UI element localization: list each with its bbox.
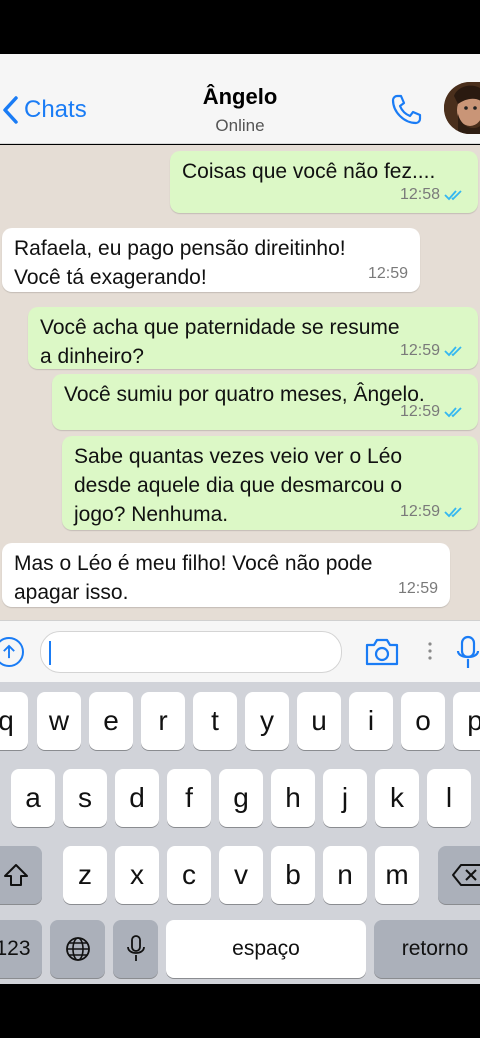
double-check-icon [444,406,462,417]
message-time: 12:59 [399,342,440,359]
key-v[interactable]: v [219,846,263,904]
message-time: 12:59 [397,580,438,597]
double-check-icon [444,189,462,200]
key-o[interactable]: o [401,692,445,750]
microphone-icon[interactable] [456,635,480,671]
numbers-key[interactable]: 123 [0,920,42,978]
double-check-icon [444,345,462,356]
key-t[interactable]: t [193,692,237,750]
key-i[interactable]: i [349,692,393,750]
backspace-icon [452,864,480,886]
message-bubble[interactable]: Coisas que você não fez.... 12:58 [170,151,478,213]
message-text: Sabe quantas vezes veio ver o Léo [74,445,403,468]
key-a[interactable]: a [11,769,55,827]
composer-bar [0,620,480,682]
double-check-icon [444,506,462,517]
message-list[interactable]: Coisas que você não fez.... 12:58 Rafael… [0,145,480,620]
microphone-icon [126,935,145,961]
status-bar [0,0,480,54]
message-text: Mas o Léo é meu filho! Você não pode [14,552,373,575]
key-s[interactable]: s [63,769,107,827]
message-text: Você tá exagerando! [14,266,207,289]
message-text: Rafaela, eu pago pensão direitinho! [14,237,346,260]
message-text: desde aquele dia que desmarcou o [74,474,403,497]
key-p[interactable]: p [453,692,480,750]
dictation-key[interactable] [113,920,158,978]
key-j[interactable]: j [323,769,367,827]
shift-icon [4,864,28,886]
globe-icon [65,937,90,961]
phone-icon[interactable] [388,92,424,128]
key-b[interactable]: b [271,846,315,904]
home-indicator-area [0,984,480,1038]
message-bubble[interactable]: Rafaela, eu pago pensão direitinho! Você… [2,228,420,292]
space-key[interactable]: espaço [166,920,366,978]
key-f[interactable]: f [167,769,211,827]
key-n[interactable]: n [323,846,367,904]
key-h[interactable]: h [271,769,315,827]
message-time: 12:59 [367,265,408,282]
key-r[interactable]: r [141,692,185,750]
globe-key[interactable] [50,920,105,978]
message-bubble[interactable]: Mas o Léo é meu filho! Você não pode apa… [2,543,450,607]
key-q[interactable]: q [0,692,28,750]
delete-key[interactable] [438,846,480,904]
message-time: 12:59 [399,403,440,420]
camera-icon[interactable] [364,637,400,667]
message-bubble[interactable]: Você sumiu por quatro meses, Ângelo. 12:… [52,374,478,430]
key-c[interactable]: c [167,846,211,904]
chat-header: Chats Ângelo Online [0,54,480,144]
key-e[interactable]: e [89,692,133,750]
more-icon[interactable] [428,641,432,661]
key-l[interactable]: l [427,769,471,827]
key-m[interactable]: m [375,846,419,904]
key-u[interactable]: u [297,692,341,750]
key-z[interactable]: z [63,846,107,904]
key-g[interactable]: g [219,769,263,827]
message-time: 12:58 [399,186,440,203]
message-bubble[interactable]: Você acha que paternidade se resume a di… [28,307,478,369]
return-key[interactable]: retorno [374,920,480,978]
text-cursor [49,641,51,665]
key-d[interactable]: d [115,769,159,827]
key-x[interactable]: x [115,846,159,904]
message-bubble[interactable]: Sabe quantas vezes veio ver o Léo desde … [62,436,478,530]
shift-key[interactable] [0,846,42,904]
keyboard: q w e r t y u i o p a s d f g h j k l z … [0,682,480,984]
message-text: apagar isso. [14,581,129,604]
upload-icon[interactable] [0,637,24,667]
key-w[interactable]: w [37,692,81,750]
key-y[interactable]: y [245,692,289,750]
key-k[interactable]: k [375,769,419,827]
message-input[interactable] [40,631,342,673]
message-time: 12:59 [399,503,440,520]
